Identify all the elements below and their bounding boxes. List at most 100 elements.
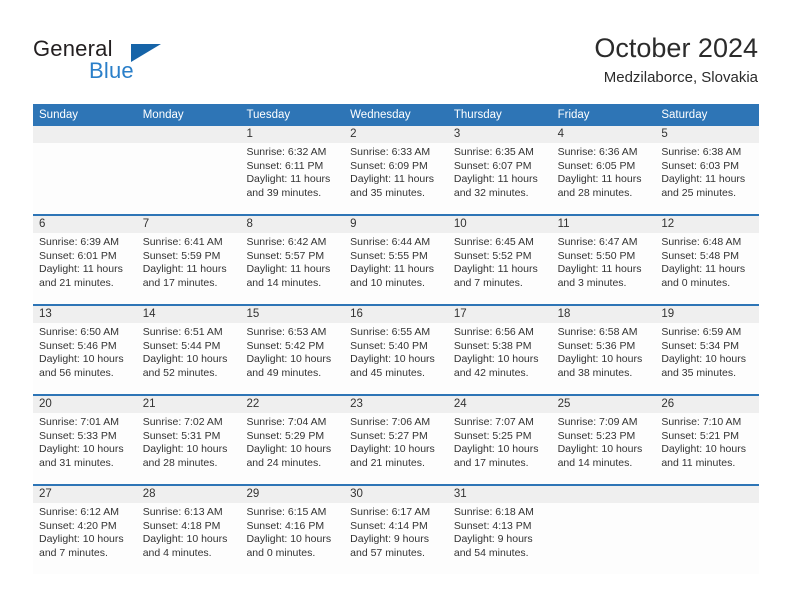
sunrise-text: Sunrise: 7:06 AM bbox=[350, 416, 431, 428]
sunrise-text: Sunrise: 6:39 AM bbox=[39, 236, 119, 248]
day-number-5[interactable]: 5 bbox=[655, 126, 759, 143]
logo-triangle-icon bbox=[131, 44, 161, 62]
day-details-6[interactable]: Sunrise: 6:39 AM Sunset: 6:01 PM Daylight:… bbox=[33, 233, 137, 304]
day-details-14[interactable]: Sunrise: 6:51 AM Sunset: 5:44 PM Daylight:… bbox=[137, 323, 241, 394]
day-number-2[interactable]: 2 bbox=[344, 126, 448, 143]
day-number-16[interactable]: 16 bbox=[344, 306, 448, 323]
day-details-29[interactable]: Sunrise: 6:15 AM Sunset: 4:16 PM Daylight:… bbox=[240, 503, 344, 574]
sunrise-text: Sunrise: 7:02 AM bbox=[142, 416, 223, 428]
day-details-25[interactable]: Sunrise: 7:09 AM Sunset: 5:23 PM Daylight:… bbox=[552, 413, 656, 484]
daylight-text-line2: and 31 minutes. bbox=[39, 456, 114, 469]
day-details-16[interactable]: Sunrise: 6:55 AM Sunset: 5:40 PM Daylight:… bbox=[344, 323, 448, 394]
day-details-18[interactable]: Sunrise: 6:58 AM Sunset: 5:36 PM Daylight:… bbox=[552, 323, 656, 394]
day-number-10[interactable]: 10 bbox=[448, 216, 552, 233]
day-details-31[interactable]: Sunrise: 6:18 AM Sunset: 4:13 PM Daylight:… bbox=[448, 503, 552, 574]
day-details-28[interactable]: Sunrise: 6:13 AM Sunset: 4:18 PM Daylight:… bbox=[137, 503, 241, 574]
day-number-22[interactable]: 22 bbox=[240, 396, 344, 413]
page-header: General Blue October 2024 Medzilaborce, … bbox=[0, 0, 792, 98]
sunrise-text: Sunrise: 6:13 AM bbox=[142, 506, 223, 518]
day-number-14[interactable]: 14 bbox=[137, 306, 241, 323]
daylight-text-line2: and 7 minutes. bbox=[453, 276, 523, 289]
day-number-11[interactable]: 11 bbox=[552, 216, 656, 233]
day-number-25[interactable]: 25 bbox=[552, 396, 656, 413]
day-details-4[interactable]: Sunrise: 6:36 AM Sunset: 6:05 PM Daylight:… bbox=[552, 143, 656, 214]
day-details-22[interactable]: Sunrise: 7:04 AM Sunset: 5:29 PM Daylight:… bbox=[240, 413, 344, 484]
day-number-23[interactable]: 23 bbox=[344, 396, 448, 413]
daylight-text-line2: and 56 minutes. bbox=[39, 366, 114, 379]
day-details-empty bbox=[655, 503, 759, 574]
day-number-3[interactable]: 3 bbox=[448, 126, 552, 143]
daylight-text-line2: and 45 minutes. bbox=[350, 366, 425, 379]
day-number-12[interactable]: 12 bbox=[655, 216, 759, 233]
day-number-9[interactable]: 9 bbox=[344, 216, 448, 233]
day-number-19[interactable]: 19 bbox=[655, 306, 759, 323]
day-number-6[interactable]: 6 bbox=[33, 216, 137, 233]
logo-text-blue: Blue bbox=[89, 58, 134, 83]
sunset-text: Sunset: 5:36 PM bbox=[557, 339, 636, 352]
day-number-24[interactable]: 24 bbox=[448, 396, 552, 413]
weekday-header-sunday: Sunday bbox=[39, 109, 79, 121]
day-number-27[interactable]: 27 bbox=[33, 486, 137, 503]
daylight-text-line1: Daylight: 11 hours bbox=[453, 263, 538, 276]
sunrise-text: Sunrise: 6:59 AM bbox=[661, 326, 742, 338]
day-number-30[interactable]: 30 bbox=[344, 486, 448, 503]
day-number-21[interactable]: 21 bbox=[137, 396, 241, 413]
sunrise-text: Sunrise: 6:33 AM bbox=[350, 146, 431, 158]
daylight-text-line2: and 21 minutes. bbox=[39, 276, 114, 289]
day-details-20[interactable]: Sunrise: 7:01 AM Sunset: 5:33 PM Daylight:… bbox=[33, 413, 137, 484]
day-number-8[interactable]: 8 bbox=[240, 216, 344, 233]
day-details-5[interactable]: Sunrise: 6:38 AM Sunset: 6:03 PM Daylight:… bbox=[655, 143, 759, 214]
day-number-4[interactable]: 4 bbox=[552, 126, 656, 143]
day-number-29[interactable]: 29 bbox=[240, 486, 344, 503]
week-detail-band: Sunrise: 6:50 AM Sunset: 5:46 PM Daylight:… bbox=[33, 323, 759, 394]
weekday-header-tuesday: Tuesday bbox=[246, 109, 291, 121]
day-number-15[interactable]: 15 bbox=[240, 306, 344, 323]
sunset-text: Sunset: 5:46 PM bbox=[39, 339, 117, 352]
daylight-text-line2: and 24 minutes. bbox=[246, 456, 322, 469]
day-details-1[interactable]: Sunrise: 6:32 AM Sunset: 6:11 PM Daylight:… bbox=[240, 143, 344, 214]
day-number-1[interactable]: 1 bbox=[240, 126, 344, 143]
day-details-7[interactable]: Sunrise: 6:41 AM Sunset: 5:59 PM Daylight:… bbox=[137, 233, 241, 304]
sunrise-text: Sunrise: 6:18 AM bbox=[453, 506, 534, 518]
day-details-21[interactable]: Sunrise: 7:02 AM Sunset: 5:31 PM Daylight:… bbox=[137, 413, 241, 484]
day-details-27[interactable]: Sunrise: 6:12 AM Sunset: 4:20 PM Daylight:… bbox=[33, 503, 137, 574]
daylight-text-line1: Daylight: 10 hours bbox=[557, 353, 643, 366]
day-details-24[interactable]: Sunrise: 7:07 AM Sunset: 5:25 PM Daylight:… bbox=[448, 413, 552, 484]
sunset-text: Sunset: 5:31 PM bbox=[142, 429, 221, 442]
day-details-17[interactable]: Sunrise: 6:56 AM Sunset: 5:38 PM Daylight:… bbox=[448, 323, 552, 394]
day-details-empty bbox=[137, 143, 241, 214]
daylight-text-line1: Daylight: 10 hours bbox=[246, 533, 332, 546]
sunset-text: Sunset: 5:52 PM bbox=[453, 249, 532, 262]
day-details-15[interactable]: Sunrise: 6:53 AM Sunset: 5:42 PM Daylight:… bbox=[240, 323, 344, 394]
daylight-text-line2: and 3 minutes. bbox=[557, 276, 627, 289]
day-details-30[interactable]: Sunrise: 6:17 AM Sunset: 4:14 PM Daylight:… bbox=[344, 503, 448, 574]
day-details-3[interactable]: Sunrise: 6:35 AM Sunset: 6:07 PM Daylight:… bbox=[448, 143, 552, 214]
daylight-text-line2: and 0 minutes. bbox=[246, 546, 316, 559]
day-number-7[interactable]: 7 bbox=[137, 216, 241, 233]
day-details-10[interactable]: Sunrise: 6:45 AM Sunset: 5:52 PM Daylight:… bbox=[448, 233, 552, 304]
sunset-text: Sunset: 5:55 PM bbox=[350, 249, 428, 262]
day-details-2[interactable]: Sunrise: 6:33 AM Sunset: 6:09 PM Daylight:… bbox=[344, 143, 448, 214]
day-details-19[interactable]: Sunrise: 6:59 AM Sunset: 5:34 PM Daylight:… bbox=[655, 323, 759, 394]
day-number-13[interactable]: 13 bbox=[33, 306, 137, 323]
day-number-26[interactable]: 26 bbox=[655, 396, 759, 413]
day-details-13[interactable]: Sunrise: 6:50 AM Sunset: 5:46 PM Daylight:… bbox=[33, 323, 137, 394]
day-details-11[interactable]: Sunrise: 6:47 AM Sunset: 5:50 PM Daylight:… bbox=[552, 233, 656, 304]
sunset-text: Sunset: 5:57 PM bbox=[246, 249, 325, 262]
day-details-23[interactable]: Sunrise: 7:06 AM Sunset: 5:27 PM Daylight:… bbox=[344, 413, 448, 484]
daylight-text-line1: Daylight: 10 hours bbox=[557, 443, 643, 456]
sunset-text: Sunset: 5:50 PM bbox=[557, 249, 636, 262]
day-number-18[interactable]: 18 bbox=[552, 306, 656, 323]
day-details-12[interactable]: Sunrise: 6:48 AM Sunset: 5:48 PM Daylight:… bbox=[655, 233, 759, 304]
day-number-28[interactable]: 28 bbox=[137, 486, 241, 503]
day-details-26[interactable]: Sunrise: 7:10 AM Sunset: 5:21 PM Daylight:… bbox=[655, 413, 759, 484]
day-details-8[interactable]: Sunrise: 6:42 AM Sunset: 5:57 PM Daylight:… bbox=[240, 233, 344, 304]
day-number-31[interactable]: 31 bbox=[448, 486, 552, 503]
day-number-17[interactable]: 17 bbox=[448, 306, 552, 323]
sunset-text: Sunset: 5:40 PM bbox=[350, 339, 428, 352]
day-details-9[interactable]: Sunrise: 6:44 AM Sunset: 5:55 PM Daylight:… bbox=[344, 233, 448, 304]
daylight-text-line2: and 42 minutes. bbox=[453, 366, 529, 379]
day-number-20[interactable]: 20 bbox=[33, 396, 137, 413]
daylight-text-line2: and 14 minutes. bbox=[246, 276, 322, 289]
general-blue-logo[interactable]: General Blue bbox=[33, 36, 223, 86]
